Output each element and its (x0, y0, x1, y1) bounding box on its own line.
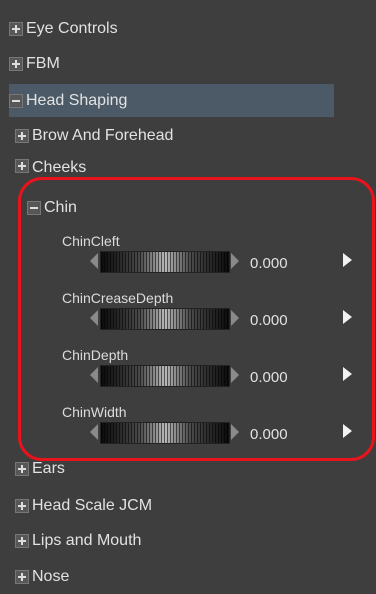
property-label: ChinCleft (62, 233, 120, 249)
decrement-arrow-icon[interactable] (90, 367, 98, 383)
expand-plus-icon[interactable] (9, 21, 23, 36)
expand-plus-icon[interactable] (15, 159, 29, 173)
tree-item-cheeks[interactable]: Cheeks (15, 155, 376, 177)
tree-item-label: Nose (32, 567, 70, 585)
tree-item-nose[interactable]: Nose (15, 560, 376, 593)
property-menu-arrow-icon[interactable] (343, 367, 352, 381)
tree-item-fbm[interactable]: FBM (9, 47, 376, 80)
decrement-arrow-icon[interactable] (90, 424, 98, 440)
property-label: ChinCreaseDepth (62, 290, 174, 306)
value-slider[interactable] (100, 365, 230, 387)
property-chin-width: ChinWidth 0.000 (62, 404, 362, 444)
property-chin-depth: ChinDepth 0.000 (62, 347, 362, 387)
tree-item-label: Brow And Forehead (32, 126, 174, 144)
tree-item-brow-and-forehead[interactable]: Brow And Forehead (15, 119, 376, 152)
tree-item-label: Ears (32, 459, 65, 477)
tree-item-label: Lips and Mouth (32, 531, 142, 549)
property-chin-crease-depth: ChinCreaseDepth 0.000 (62, 290, 362, 330)
increment-arrow-icon[interactable] (231, 310, 239, 326)
increment-arrow-icon[interactable] (231, 367, 239, 383)
value-slider[interactable] (100, 251, 230, 273)
expand-plus-icon[interactable] (15, 128, 29, 143)
expand-plus-icon[interactable] (15, 498, 29, 513)
tree-item-lips-and-mouth[interactable]: Lips and Mouth (15, 524, 376, 557)
tree-item-label: Cheeks (32, 159, 87, 176)
tree-item-chin[interactable]: Chin (27, 191, 376, 224)
collapse-minus-icon[interactable] (27, 200, 41, 215)
expand-plus-icon[interactable] (9, 56, 23, 71)
tree-item-label: Eye Controls (26, 19, 118, 37)
expand-plus-icon[interactable] (15, 569, 29, 584)
tree-item-label: FBM (26, 54, 60, 72)
property-label: ChinWidth (62, 404, 127, 420)
property-value[interactable]: 0.000 (250, 369, 288, 386)
tree-item-eye-controls[interactable]: Eye Controls (9, 12, 376, 45)
property-label: ChinDepth (62, 347, 129, 363)
tree-item-head-scale-jcm[interactable]: Head Scale JCM (15, 489, 376, 522)
decrement-arrow-icon[interactable] (90, 310, 98, 326)
value-slider[interactable] (100, 308, 230, 330)
property-value[interactable]: 0.000 (250, 426, 288, 443)
increment-arrow-icon[interactable] (231, 253, 239, 269)
property-value[interactable]: 0.000 (250, 312, 288, 329)
property-menu-arrow-icon[interactable] (343, 424, 352, 438)
value-slider[interactable] (100, 422, 230, 444)
increment-arrow-icon[interactable] (231, 424, 239, 440)
tree-item-ears[interactable]: Ears (15, 452, 376, 485)
property-chin-cleft: ChinCleft 0.000 (62, 233, 362, 273)
property-value[interactable]: 0.000 (250, 255, 288, 272)
tree-item-label: Chin (44, 198, 77, 216)
tree-item-head-shaping[interactable]: Head Shaping (9, 84, 334, 117)
tree-item-label: Head Scale JCM (32, 496, 153, 514)
expand-plus-icon[interactable] (15, 533, 29, 548)
tree-item-label: Head Shaping (26, 91, 128, 109)
expand-plus-icon[interactable] (15, 461, 29, 476)
decrement-arrow-icon[interactable] (90, 253, 98, 269)
property-menu-arrow-icon[interactable] (343, 310, 352, 324)
property-menu-arrow-icon[interactable] (343, 253, 352, 267)
collapse-minus-icon[interactable] (9, 93, 23, 108)
